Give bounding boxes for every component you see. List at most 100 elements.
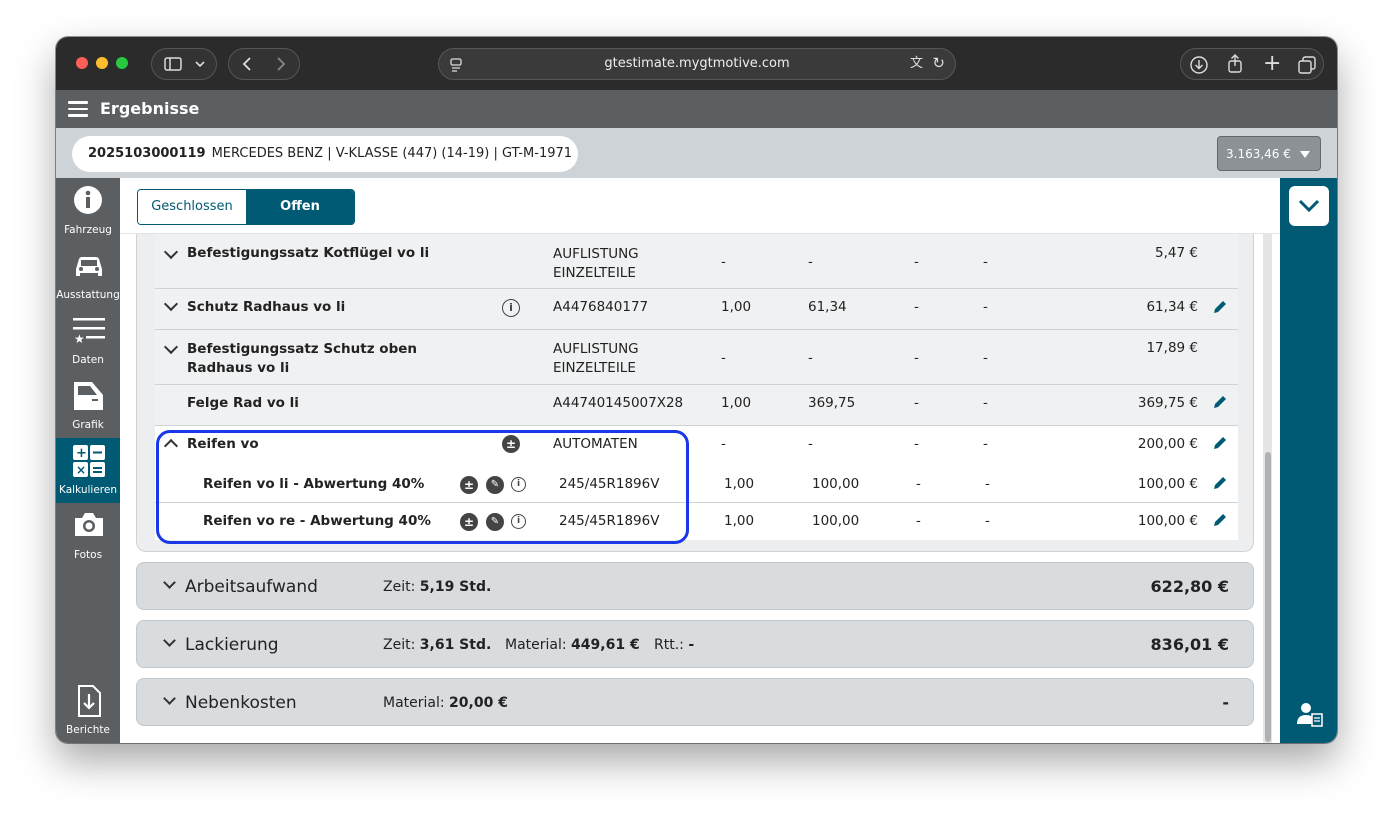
- col-b: -: [985, 513, 990, 529]
- col-a: -: [914, 254, 919, 270]
- nav-label: Fotos: [73, 549, 103, 561]
- chevron-down-icon[interactable]: [163, 634, 176, 647]
- collapse-button[interactable]: [1289, 186, 1329, 226]
- table-row[interactable]: Befestigungssatz Schutz oben Radhaus vo …: [155, 330, 1238, 385]
- browser-toolbar: gtestimate.mygtmotive.com 文 ↻ +: [56, 37, 1337, 90]
- nav-item-kalkulieren[interactable]: + × Kalkulieren: [56, 438, 120, 503]
- menu-icon[interactable]: [68, 101, 88, 117]
- info-icon[interactable]: i: [502, 299, 520, 317]
- chevron-down-icon[interactable]: [163, 244, 179, 260]
- nav-item-fahrzeug[interactable]: Fahrzeug: [56, 178, 120, 243]
- col-b: -: [983, 350, 988, 366]
- row-total: 17,89 €: [1146, 340, 1198, 356]
- section-total: 836,01 €: [1150, 635, 1229, 654]
- col-b: -: [983, 254, 988, 270]
- caret-down-icon: [1300, 151, 1310, 158]
- material-meta: Material: 20,00 €: [383, 695, 508, 711]
- chevron-down-icon[interactable]: [163, 576, 176, 589]
- table-row[interactable]: Schutz Radhaus vo li i A4476840177 1,00 …: [155, 289, 1238, 330]
- unit-price: 100,00: [812, 513, 860, 529]
- meta-label: Zeit:: [383, 637, 416, 653]
- edit-pencil-icon[interactable]: [1212, 512, 1228, 528]
- nav-item-berichte[interactable]: Berichte: [56, 678, 120, 743]
- browser-actions: +: [1180, 48, 1324, 80]
- share-icon[interactable]: [1227, 54, 1243, 77]
- right-rail: [1280, 178, 1337, 743]
- app-header: Ergebnisse: [56, 90, 1337, 128]
- zoom-window-button[interactable]: [116, 57, 128, 69]
- nav-item-fotos[interactable]: Fotos: [56, 503, 120, 568]
- site-settings-icon[interactable]: [449, 57, 463, 76]
- vehicle-bar: 2025103000119 MERCEDES BENZ | V-KLASSE (4…: [56, 128, 1337, 178]
- user-clipboard-icon[interactable]: [1296, 700, 1324, 728]
- meta-label: Material:: [383, 695, 445, 711]
- vehicle-description: MERCEDES BENZ | V-KLASSE (447) (14-19) |…: [211, 146, 573, 161]
- new-tab-icon[interactable]: +: [1263, 53, 1281, 75]
- meta-value: 5,19 Std.: [419, 579, 492, 595]
- quantity: -: [721, 436, 726, 452]
- edit-pencil-icon[interactable]: [1212, 394, 1228, 410]
- calculator-icon: +×: [73, 445, 105, 477]
- chevron-down-icon[interactable]: [163, 296, 179, 312]
- rtt-meta: Rtt.: -: [654, 637, 694, 653]
- part-name: Schutz Radhaus vo li: [187, 299, 346, 315]
- case-number: 2025103000119: [88, 146, 206, 161]
- col-a: -: [914, 299, 919, 315]
- back-icon[interactable]: [241, 56, 253, 75]
- table-row[interactable]: Felge Rad vo li A44740145007X28 1,00 369…: [155, 385, 1238, 426]
- reload-icon[interactable]: ↻: [932, 56, 945, 71]
- section-arbeitsaufwand[interactable]: Arbeitsaufwand Zeit: 5,19 Std. 622,80 €: [136, 562, 1254, 610]
- section-total: -: [1222, 693, 1229, 712]
- meta-value: 20,00 €: [449, 695, 508, 711]
- nav-item-ausstattung[interactable]: Ausstattung: [56, 243, 120, 308]
- address-bar[interactable]: gtestimate.mygtmotive.com 文 ↻: [438, 48, 956, 80]
- col-a: -: [914, 350, 919, 366]
- translate-icon[interactable]: 文: [910, 57, 923, 70]
- nav-label: Fahrzeug: [64, 224, 112, 236]
- quantity: -: [721, 254, 726, 270]
- col-b: -: [985, 476, 990, 492]
- main-content: Geschlossen Offen Befestigungssatz Kotfl…: [120, 178, 1280, 743]
- nav-item-daten[interactable]: ★ Daten: [56, 308, 120, 373]
- section-title: Lackierung: [185, 635, 279, 655]
- quantity: 1,00: [724, 513, 755, 529]
- col-a: -: [916, 513, 921, 529]
- unit-price: 61,34: [808, 299, 847, 315]
- tab-geschlossen[interactable]: Geschlossen: [138, 190, 246, 224]
- minimize-window-button[interactable]: [96, 57, 108, 69]
- nav-item-grafik[interactable]: Grafik: [56, 373, 120, 438]
- scrollbar-thumb[interactable]: [1265, 452, 1271, 742]
- sidebar-toggle-button[interactable]: [151, 48, 217, 80]
- download-icon[interactable]: [1190, 56, 1208, 77]
- highlight-annotation: [156, 430, 689, 544]
- col-a: -: [916, 476, 921, 492]
- col-a: -: [914, 436, 919, 452]
- chevron-down-icon: [194, 57, 206, 73]
- forward-icon[interactable]: [275, 56, 287, 75]
- nav-label: Kalkulieren: [59, 484, 117, 496]
- car-door-icon: [74, 382, 103, 410]
- edit-pencil-icon[interactable]: [1212, 475, 1228, 491]
- meta-label: Zeit:: [383, 579, 416, 595]
- tab-offen[interactable]: Offen: [246, 190, 354, 224]
- total-price-dropdown[interactable]: 3.163,46 €: [1217, 136, 1321, 171]
- meta-value: -: [688, 637, 695, 653]
- browser-window: gtestimate.mygtmotive.com 文 ↻ + Ergebnis…: [56, 37, 1337, 743]
- edit-pencil-icon[interactable]: [1212, 435, 1228, 451]
- close-window-button[interactable]: [76, 57, 88, 69]
- chevron-down-icon[interactable]: [163, 339, 179, 355]
- chevron-down-icon[interactable]: [163, 692, 176, 705]
- section-nebenkosten[interactable]: Nebenkosten Material: 20,00 € -: [136, 678, 1254, 726]
- unit-price: -: [808, 254, 813, 270]
- section-title: Nebenkosten: [185, 693, 297, 713]
- part-number: A4476840177: [553, 299, 649, 315]
- section-lackierung[interactable]: Lackierung Zeit: 3,61 Std. Material: 449…: [136, 620, 1254, 668]
- info-icon: [74, 186, 102, 214]
- meta-label: Rtt.:: [654, 637, 684, 653]
- history-nav: [228, 48, 300, 80]
- edit-pencil-icon[interactable]: [1212, 299, 1228, 315]
- status-tabs: Geschlossen Offen: [137, 189, 355, 225]
- tabs-overview-icon[interactable]: [1298, 56, 1316, 77]
- table-row[interactable]: Befestigungssatz Kotflügel vo li AUFLIST…: [155, 234, 1238, 289]
- part-name: Befestigungssatz Kotflügel vo li: [187, 245, 430, 261]
